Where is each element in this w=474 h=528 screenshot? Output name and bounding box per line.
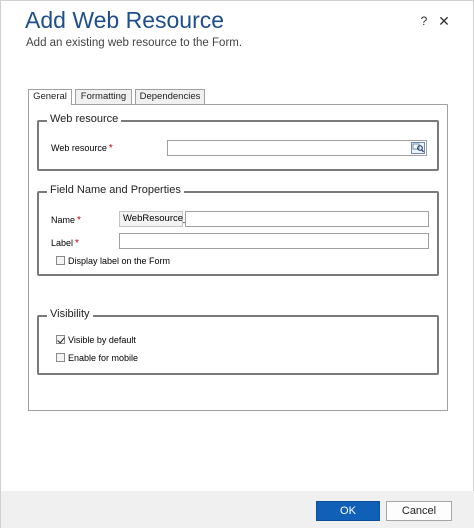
web-resource-legend: Web resource [47, 113, 122, 125]
required-marker: * [108, 143, 113, 154]
visible-by-default-row[interactable]: Visible by default [56, 335, 136, 345]
close-button[interactable]: ✕ [437, 13, 451, 29]
web-resource-label: Web resource * [51, 143, 113, 154]
dialog-subtitle: Add an existing web resource to the Form… [26, 37, 243, 49]
dialog-title: Add Web Resource [25, 7, 225, 33]
web-resource-group: Web resource Web resource * [37, 113, 439, 171]
enable-for-mobile-checkbox[interactable] [56, 353, 65, 362]
required-marker: * [75, 238, 79, 249]
name-label: Name * [51, 215, 81, 226]
enable-for-mobile-label: Enable for mobile [68, 353, 139, 363]
tab-general[interactable]: General [28, 89, 72, 105]
web-resource-lookup-input[interactable] [167, 140, 427, 156]
field-name-properties-group: Field Name and Properties Name * WebResou… [37, 184, 439, 276]
tab-formatting[interactable]: Formatting [75, 89, 132, 104]
lookup-icon[interactable] [411, 142, 425, 154]
display-label-checkbox-label: Display label on the Form [68, 256, 171, 266]
add-web-resource-dialog: Add Web Resource Add an existing web res… [0, 0, 474, 528]
ok-button[interactable]: OK [316, 501, 380, 521]
display-label-checkbox[interactable] [56, 256, 65, 265]
visible-by-default-checkbox[interactable] [56, 335, 65, 344]
name-prefix-field: WebResource_ [119, 211, 188, 227]
tab-dependencies[interactable]: Dependencies [135, 89, 205, 104]
enable-for-mobile-row[interactable]: Enable for mobile [56, 353, 138, 363]
field-name-properties-legend: Field Name and Properties [47, 184, 184, 196]
dialog-footer: OK Cancel [1, 491, 474, 528]
cancel-button[interactable]: Cancel [386, 501, 452, 521]
visibility-group: Visibility Visible by default Enable for… [37, 308, 439, 375]
visible-by-default-label: Visible by default [68, 335, 136, 345]
label-label: Label * [51, 238, 79, 249]
name-input[interactable] [185, 211, 429, 227]
display-label-checkbox-row[interactable]: Display label on the Form [56, 256, 170, 266]
visibility-legend: Visibility [47, 308, 93, 320]
required-marker: * [77, 215, 81, 226]
help-button[interactable]: ? [417, 14, 431, 30]
label-input[interactable] [119, 233, 429, 249]
general-tab-panel: Web resource Web resource * Field Name an… [28, 104, 448, 411]
